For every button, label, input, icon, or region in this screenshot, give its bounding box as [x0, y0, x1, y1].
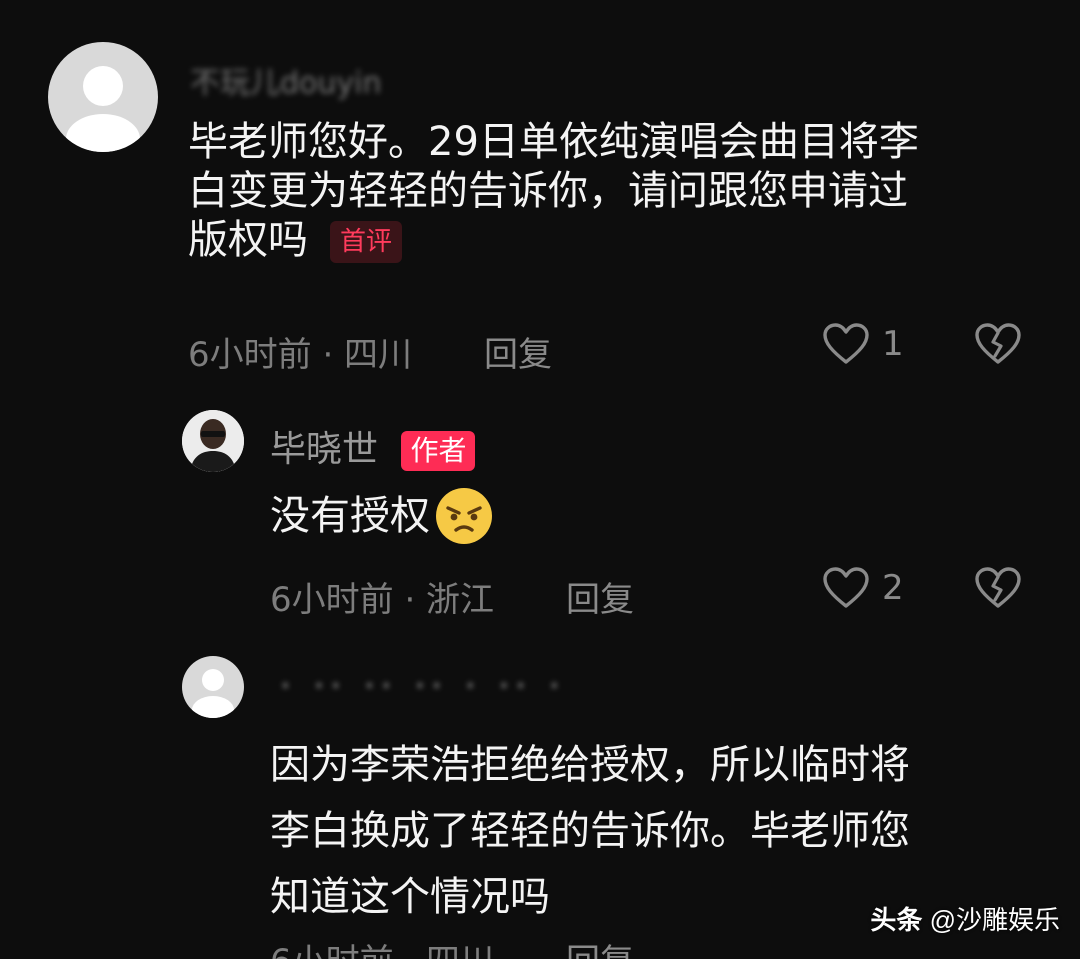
- comment-text-line: 毕老师您好。29日单依纯演唱会曲目将李: [188, 119, 919, 165]
- heart-icon: [823, 323, 869, 364]
- avatar[interactable]: [182, 410, 244, 472]
- reply-text-line: 因为李荣浩拒绝给授权，所以临时将: [270, 742, 910, 788]
- dislike-button[interactable]: [974, 322, 1022, 370]
- reply-button[interactable]: 回复: [566, 572, 634, 621]
- dislike-button[interactable]: [974, 566, 1022, 614]
- reply-item: 毕晓世 作者 没有授权 6小时前 · 浙江 回复 2: [0, 380, 1080, 640]
- like-button[interactable]: 1: [822, 322, 904, 366]
- avatar[interactable]: [182, 656, 244, 718]
- reply-button[interactable]: 回复: [566, 934, 634, 959]
- author-avatar-icon: [182, 410, 244, 472]
- author-badge: 作者: [401, 431, 476, 471]
- like-count: 1: [882, 324, 904, 364]
- reply-text-line: 李白换成了轻轻的告诉你。毕老师您: [270, 808, 910, 854]
- angry-face-emoji: [436, 488, 492, 544]
- watermark: 头条 @沙雕娱乐: [870, 900, 1060, 937]
- comment-text-line: 版权吗 首评: [188, 216, 1048, 265]
- reply-text: 没有授权: [270, 486, 494, 546]
- watermark-handle: @沙雕娱乐: [929, 905, 1060, 935]
- username[interactable]: · ·· ·· ·· · ·· ·: [280, 666, 566, 706]
- like-button[interactable]: 2: [822, 566, 904, 610]
- username[interactable]: 毕晓世 作者: [270, 420, 476, 472]
- heart-icon: [823, 567, 869, 608]
- comment-text-line: 白变更为轻轻的告诉你，请问跟您申请过: [188, 167, 908, 214]
- default-avatar-body: [66, 114, 140, 152]
- watermark-logo: 头条: [870, 905, 923, 935]
- comment-text: 毕老师您好。29日单依纯演唱会曲目将李 白变更为轻轻的告诉你，请问跟您申请过 版…: [188, 118, 1048, 264]
- username[interactable]: 不玩儿douyin: [190, 58, 382, 102]
- first-comment-badge: 首评: [330, 220, 403, 263]
- avatar[interactable]: [48, 42, 158, 152]
- comment-meta: 6小时前 · 四川: [188, 335, 413, 375]
- comment-text-line-end: 版权吗: [188, 216, 308, 263]
- default-avatar-body: [192, 696, 234, 718]
- like-count: 2: [882, 568, 904, 608]
- reply-meta: 6小时前 · 四川: [270, 934, 494, 959]
- comment-item: 不玩儿douyin 毕老师您好。29日单依纯演唱会曲目将李 白变更为轻轻的告诉你…: [0, 0, 1080, 380]
- reply-button[interactable]: 回复: [484, 327, 552, 376]
- dislike-broken-heart-icon: [975, 323, 1021, 364]
- reply-text-content: 没有授权: [270, 492, 430, 539]
- author-name: 毕晓世: [270, 429, 379, 470]
- default-avatar-icon: [202, 669, 224, 691]
- reply-meta: 6小时前 · 浙江: [270, 580, 495, 620]
- default-avatar-icon: [83, 66, 123, 106]
- dislike-broken-heart-icon: [975, 567, 1021, 608]
- comment-thread: 不玩儿douyin 毕老师您好。29日单依纯演唱会曲目将李 白变更为轻轻的告诉你…: [0, 0, 1080, 959]
